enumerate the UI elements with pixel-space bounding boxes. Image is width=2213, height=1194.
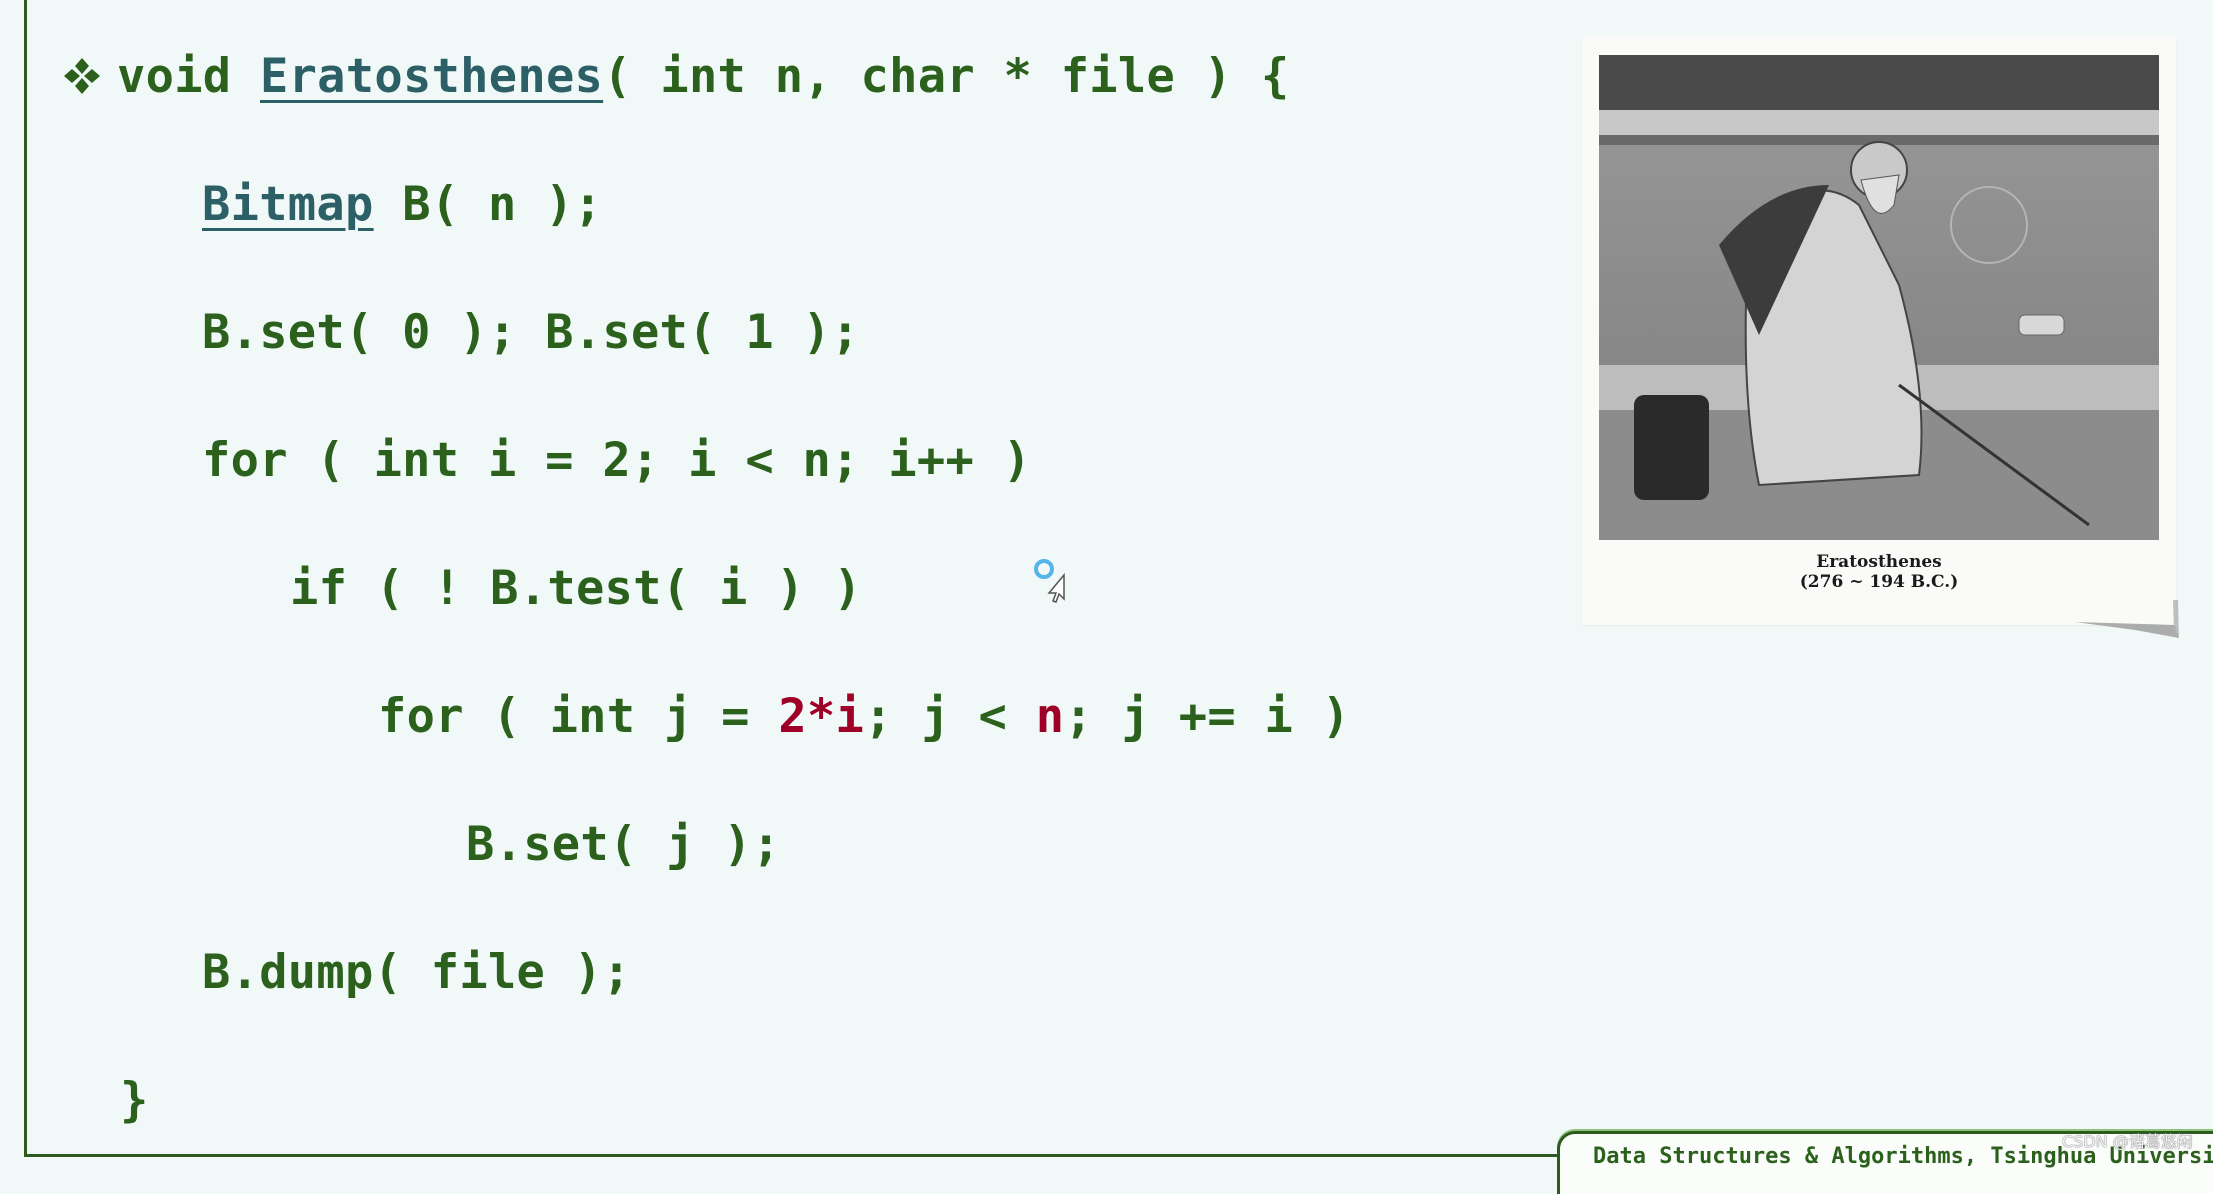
code-line: if ( ! B.test( i ) ) bbox=[290, 525, 862, 653]
code-text: B.set( 0 ); B.set( 1 ); bbox=[202, 305, 860, 360]
page-curl-shadow bbox=[2075, 600, 2179, 638]
code-line: B.set( j ); bbox=[466, 781, 781, 909]
code-text: ; j += i ) bbox=[1064, 689, 1351, 744]
code-text: B.dump( file ); bbox=[202, 945, 631, 1000]
slide-frame-bottom bbox=[24, 1154, 1564, 1157]
function-link[interactable]: Eratosthenes bbox=[260, 49, 603, 104]
code-text: ( int n, char * file ) { bbox=[603, 49, 1290, 104]
slide-frame-left bbox=[24, 0, 27, 1157]
code-text: ; j < bbox=[864, 689, 1036, 744]
code-line: } bbox=[120, 1037, 149, 1165]
portrait-caption-name: Eratosthenes bbox=[1816, 552, 1942, 572]
watermark: CSDN @诸葛悠闲 bbox=[2062, 1132, 2193, 1151]
code-text: } bbox=[120, 1073, 149, 1128]
four-diamond-bullet-icon bbox=[64, 58, 100, 94]
portrait-caption-dates: (276 ~ 194 B.C.) bbox=[1799, 572, 1959, 592]
portrait-card: Eratosthenes (276 ~ 194 B.C.) bbox=[1582, 37, 2176, 625]
eratosthenes-portrait-image bbox=[1599, 55, 2159, 540]
code-line: for ( int j = 2*i; j < n; j += i ) bbox=[378, 653, 1350, 781]
code-line: Bitmap B( n ); bbox=[202, 141, 602, 269]
code-line: B.set( 0 ); B.set( 1 ); bbox=[202, 269, 860, 397]
code-text: for ( int i = 2; i < n; i++ ) bbox=[202, 433, 1032, 488]
code-text: for ( int j = bbox=[378, 689, 779, 744]
code-line: for ( int i = 2; i < n; i++ ) bbox=[202, 397, 1031, 525]
busy-pointer-icon bbox=[1030, 555, 1080, 605]
code-text: B( n ); bbox=[373, 177, 603, 232]
code-text: void bbox=[117, 49, 260, 104]
highlighted-code: 2*i bbox=[778, 689, 865, 744]
code-line: void Eratosthenes( int n, char * file ) … bbox=[117, 13, 1289, 141]
code-line: B.dump( file ); bbox=[202, 909, 631, 1037]
code-text: if ( ! B.test( i ) ) bbox=[290, 561, 862, 616]
highlighted-code: n bbox=[1035, 689, 1065, 744]
function-link[interactable]: Bitmap bbox=[202, 177, 374, 232]
code-text: B.set( j ); bbox=[466, 817, 781, 872]
